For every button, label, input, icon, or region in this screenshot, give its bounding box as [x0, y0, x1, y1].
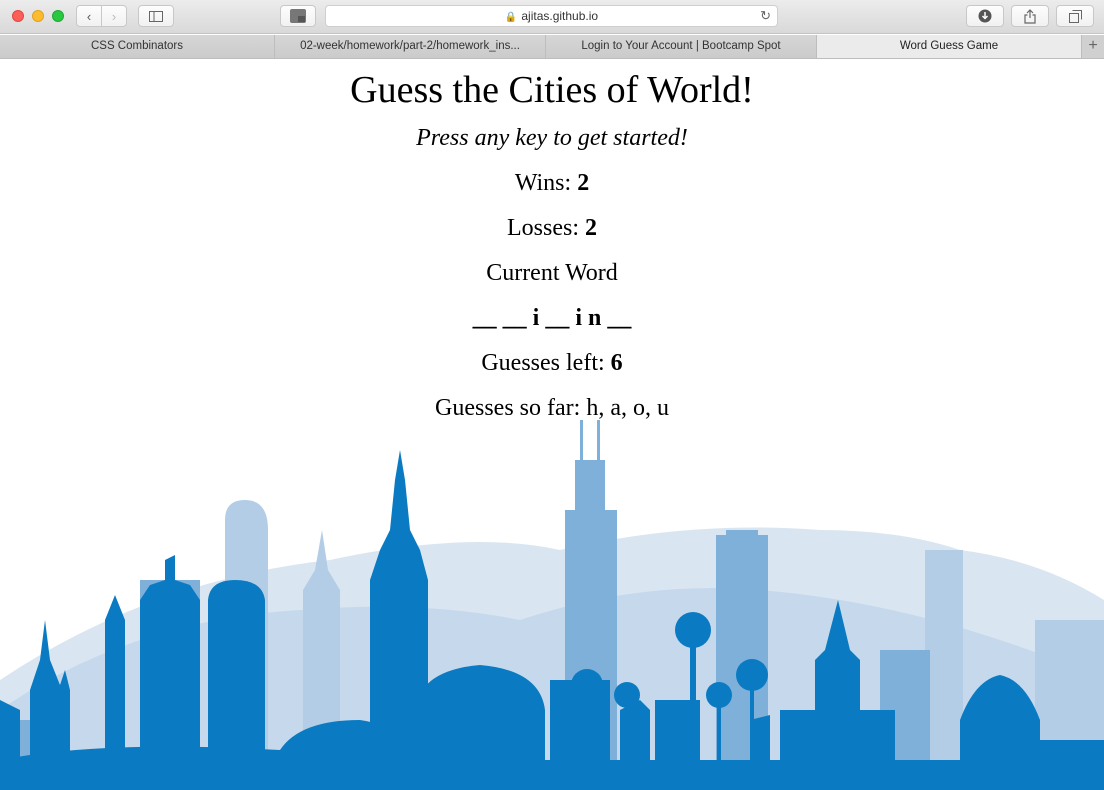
- guesses-so-far-stat: Guesses so far: h, a, o, u: [0, 394, 1104, 422]
- guesses-left-stat: Guesses left: 6: [0, 349, 1104, 377]
- extension-button[interactable]: [280, 5, 316, 27]
- forward-button[interactable]: ›: [101, 5, 127, 27]
- reload-icon[interactable]: ↻: [760, 8, 771, 24]
- lock-icon: 🔒: [504, 12, 518, 23]
- guesses-so-far-label: Guesses so far:: [435, 395, 587, 421]
- downloads-button[interactable]: [966, 5, 1004, 27]
- losses-stat: Losses: 2: [0, 214, 1104, 242]
- chevron-right-icon: ›: [111, 8, 117, 24]
- tab-bar: CSS Combinators 02-week/homework/part-2/…: [0, 35, 1104, 59]
- extension-icon: [290, 9, 306, 23]
- back-button[interactable]: ‹: [76, 5, 102, 27]
- close-window-button[interactable]: [12, 10, 24, 22]
- current-word-value: __ __ i __ i n __: [472, 305, 632, 331]
- chevron-left-icon: ‹: [86, 8, 92, 24]
- losses-label: Losses:: [507, 215, 585, 241]
- wins-stat: Wins: 2: [0, 169, 1104, 197]
- page-title: Guess the Cities of World!: [350, 69, 754, 111]
- tab-bootcamp-login[interactable]: Login to Your Account | Bootcamp Spot: [546, 35, 817, 58]
- share-button[interactable]: [1011, 5, 1049, 27]
- minimize-window-button[interactable]: [32, 10, 44, 22]
- guesses-left-label: Guesses left:: [481, 350, 611, 376]
- page-viewport: Guess the Cities of World! Press any key…: [0, 60, 1104, 790]
- zoom-window-button[interactable]: [52, 10, 64, 22]
- sidebar-icon: [149, 10, 163, 22]
- guesses-so-far-value: h, a, o, u: [586, 395, 669, 421]
- address-bar[interactable]: 🔒 ajitas.github.io ↻: [325, 5, 778, 27]
- tab-css-combinators[interactable]: CSS Combinators: [0, 35, 275, 58]
- new-tab-button[interactable]: +: [1082, 35, 1104, 58]
- tab-overview-button[interactable]: [1056, 5, 1094, 27]
- start-instructions: Press any key to get started!: [416, 125, 688, 151]
- wins-value: 2: [577, 170, 590, 196]
- sidebar-toggle-button[interactable]: [138, 5, 174, 27]
- losses-value: 2: [585, 215, 597, 241]
- game-panel: Guess the Cities of World! Press any key…: [0, 60, 1104, 422]
- wins-label: Wins:: [514, 170, 578, 196]
- tab-word-guess-game[interactable]: Word Guess Game: [817, 35, 1082, 58]
- tab-overview-icon: [1068, 9, 1082, 23]
- current-word-label: Current Word: [486, 260, 618, 286]
- download-icon: [978, 9, 992, 23]
- address-text: ajitas.github.io: [521, 9, 599, 23]
- tab-homework[interactable]: 02-week/homework/part-2/homework_ins...: [275, 35, 546, 58]
- browser-toolbar: ‹ › 🔒 ajitas.github.io ↻: [0, 0, 1104, 34]
- guesses-left-value: 6: [610, 350, 623, 376]
- share-icon: [1024, 8, 1036, 24]
